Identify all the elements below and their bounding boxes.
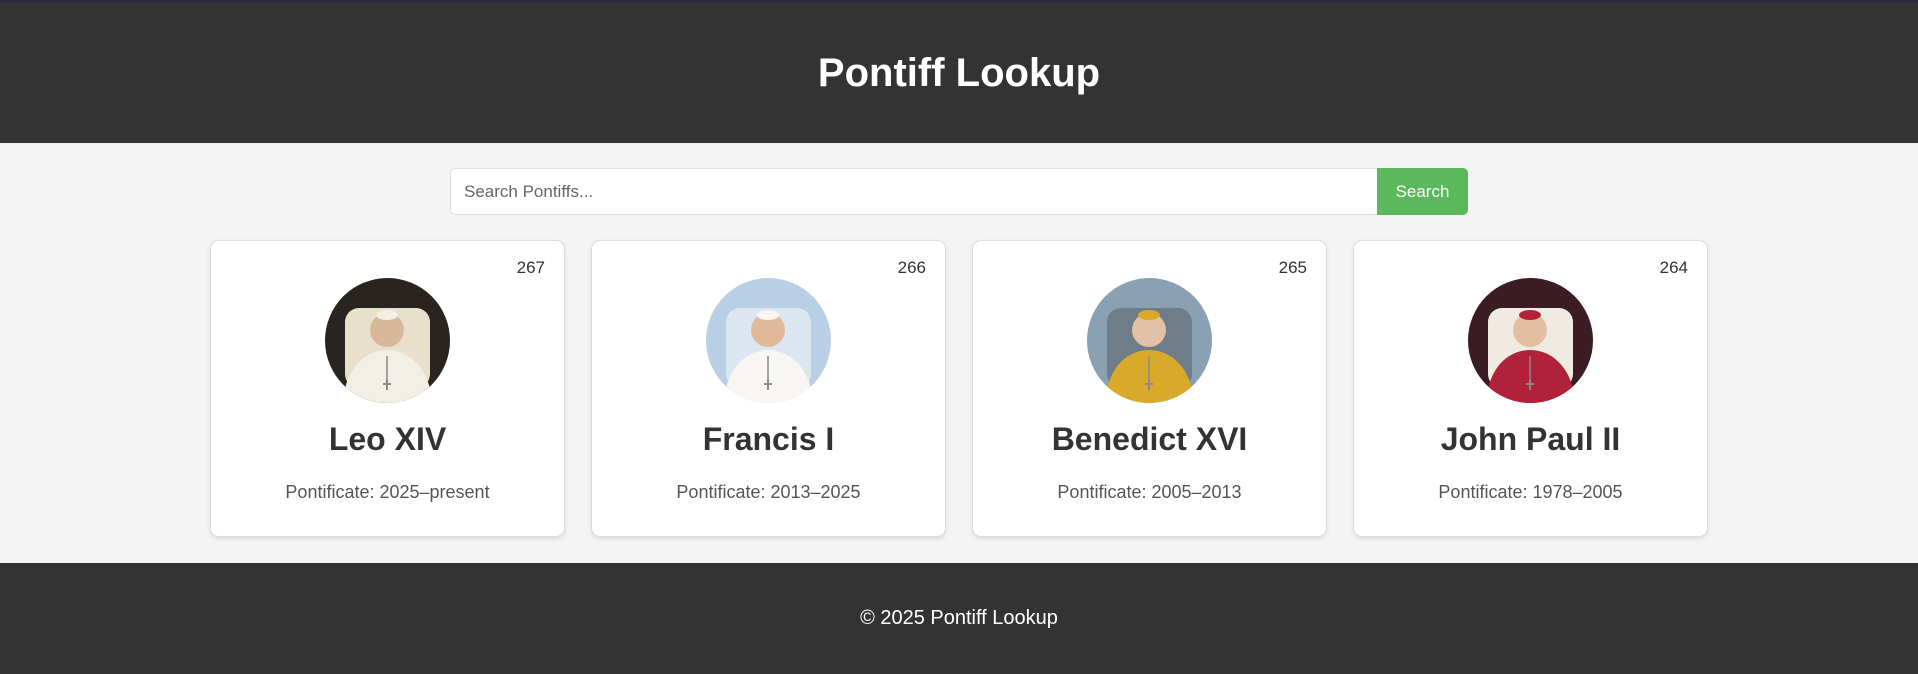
pontiff-name: Leo XIV	[328, 421, 447, 457]
pontiff-card-benedict-xvi[interactable]: 265 Benedict XVI Pontificate: 2005–2013	[972, 240, 1327, 537]
search-input[interactable]	[450, 168, 1377, 215]
pontiff-portrait	[325, 278, 450, 403]
page-title: Pontiff Lookup	[817, 50, 1101, 95]
pontiff-name: John Paul II	[1440, 421, 1621, 457]
pontiff-card-list: 267 Leo XIV Pontificate: 2025–present 26…	[210, 240, 1708, 537]
pontiff-number: 264	[1659, 258, 1688, 277]
pontiff-pontificate: Pontificate: 2013–2025	[676, 482, 861, 502]
pontiff-number: 267	[516, 258, 545, 277]
main-content: Search 267 Leo XIV Pontificate: 2025–pre…	[0, 143, 1918, 563]
pontiff-pontificate: Pontificate: 2005–2013	[1057, 482, 1242, 502]
pontiff-pontificate: Pontificate: 2025–present	[285, 482, 490, 502]
search-bar: Search	[450, 168, 1468, 215]
pontiff-pontificate: Pontificate: 1978–2005	[1438, 482, 1623, 502]
search-button[interactable]: Search	[1377, 168, 1468, 215]
pontiff-card-leo-xiv[interactable]: 267 Leo XIV Pontificate: 2025–present	[210, 240, 565, 537]
pontiff-portrait	[1468, 278, 1593, 403]
pontiff-portrait	[1087, 278, 1212, 403]
pontiff-number: 266	[897, 258, 926, 277]
site-footer: © 2025 Pontiff Lookup	[0, 563, 1918, 674]
pontiff-card-francis-i[interactable]: 266 Francis I Pontificate: 2013–2025	[591, 240, 946, 537]
pontiff-name: Francis I	[702, 421, 835, 457]
site-header: Pontiff Lookup	[0, 3, 1918, 143]
pontiff-number: 265	[1278, 258, 1307, 277]
pontiff-name: Benedict XVI	[1051, 421, 1248, 457]
footer-copyright: © 2025 Pontiff Lookup	[860, 607, 1058, 629]
pontiff-card-john-paul-ii[interactable]: 264 John Paul II Pontificate: 1978–2005	[1353, 240, 1708, 537]
pontiff-portrait	[706, 278, 831, 403]
